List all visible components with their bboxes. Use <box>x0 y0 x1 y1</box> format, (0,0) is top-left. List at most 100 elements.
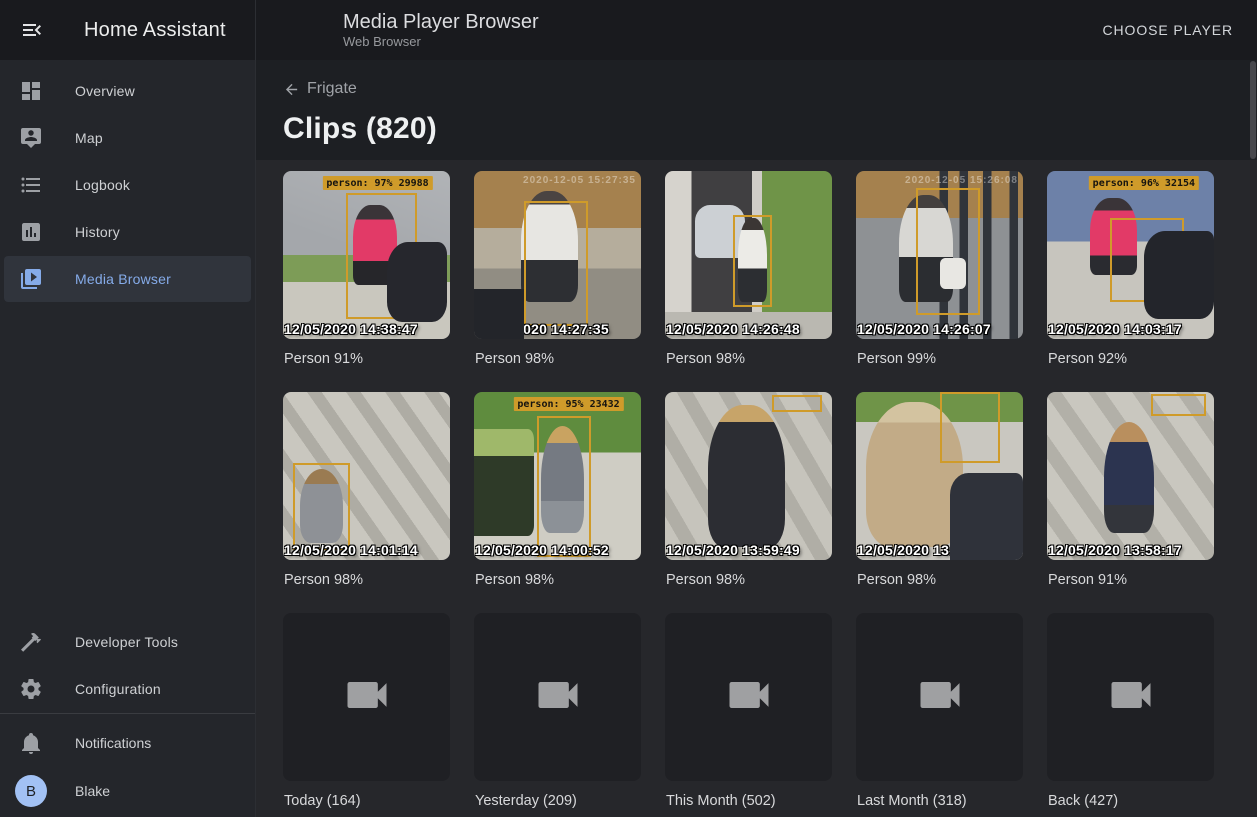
clip-caption: Person 91% <box>284 351 450 371</box>
folder-thumbnail <box>1047 613 1214 781</box>
choose-player-button[interactable]: CHOOSE PLAYER <box>1093 14 1243 46</box>
clip-timestamp: 12/05/2020 13:59:49 <box>666 542 800 558</box>
clip-thumbnail: person: 96% 3215412/05/2020 14:03:17 <box>1047 171 1214 339</box>
folder-tile-last-month-318[interactable]: Last Month (318) <box>856 613 1023 817</box>
detection-bbox <box>1151 394 1206 416</box>
folder-tile-back-427[interactable]: Back (427) <box>1047 613 1214 817</box>
app-bar-titles: Media Player Browser Web Browser <box>343 11 539 50</box>
sidebar-toggle-button[interactable] <box>20 18 44 42</box>
detection-label: person: 95% 23432 <box>513 397 623 411</box>
clip-timestamp: 12/05/2020 14:27:35 <box>475 321 609 337</box>
clip-timestamp: 12/05/2020 14:38:47 <box>284 321 418 337</box>
folder-caption: Today (164) <box>284 793 450 813</box>
clip-thumbnail: 12/05/2020 13:58:17 <box>1047 392 1214 560</box>
clip-timestamp: 12/05/2020 14:00:52 <box>475 542 609 558</box>
folder-thumbnail <box>283 613 450 781</box>
clip-caption: Person 99% <box>857 351 1023 371</box>
clip-thumbnail: 12/05/2020 13:59:49 <box>665 392 832 560</box>
folder-thumbnail <box>474 613 641 781</box>
sidebar-item-label: Developer Tools <box>75 634 178 650</box>
history-chart-icon <box>19 220 43 244</box>
sidebar-item-label: Overview <box>75 83 135 99</box>
media-clip-tile[interactable]: 2020-12-05 15:26:0812/05/2020 14:26:07 Pe… <box>856 171 1023 392</box>
detection-bbox <box>293 463 350 550</box>
bell-icon <box>19 731 43 755</box>
media-clip-tile[interactable]: 12/05/2020 13:58:17 Person 91% <box>1047 392 1214 613</box>
sidebar-item-label: Media Browser <box>75 271 171 287</box>
page-title: Clips (820) <box>283 112 1257 146</box>
media-clip-tile[interactable]: person: 95% 23432 12/05/2020 14:00:52 Pers… <box>474 392 641 613</box>
camera-osd-timestamp: 2020-12-05 15:27:35 <box>523 175 636 186</box>
map-icon <box>19 126 43 150</box>
notifications-item[interactable]: Notifications <box>4 719 251 767</box>
folder-thumbnail <box>856 613 1023 781</box>
detection-bbox <box>733 215 771 307</box>
sidebar-item-label: History <box>75 224 120 240</box>
sidebar-item-developer-tools[interactable]: Developer Tools <box>4 619 251 665</box>
page-app-title: Media Player Browser <box>343 11 539 34</box>
scrollbar-thumb[interactable] <box>1250 61 1256 159</box>
sidebar-item-overview[interactable]: Overview <box>4 68 251 114</box>
media-clip-tile[interactable]: person: 96% 3215412/05/2020 14:03:17 Pers… <box>1047 171 1214 392</box>
detection-bbox <box>346 193 416 319</box>
user-name: Blake <box>75 783 110 799</box>
sidebar-footer: Notifications B Blake <box>0 713 255 817</box>
detection-bbox <box>1110 218 1183 302</box>
video-camera-icon <box>341 669 393 726</box>
clip-timestamp: 12/05/2020 14:03:17 <box>1048 321 1182 337</box>
clip-caption: Person 92% <box>1048 351 1214 371</box>
clip-caption: Person 98% <box>666 572 832 592</box>
media-clip-tile[interactable]: 12/05/2020 14:26:48Person 98% <box>665 171 832 392</box>
sidebar-item-map[interactable]: Map <box>4 115 251 161</box>
clip-caption: Person 98% <box>284 572 450 592</box>
media-browser-content: Frigate Clips (820) person: 97% 2998812/… <box>256 60 1257 817</box>
media-clip-tile[interactable]: person: 97% 2998812/05/2020 14:38:47Pers… <box>283 171 450 392</box>
video-camera-icon <box>914 669 966 726</box>
clip-thumbnail: 2020-12-05 15:26:0812/05/2020 14:26:07 <box>856 171 1023 339</box>
folder-caption: This Month (502) <box>666 793 832 813</box>
notifications-label: Notifications <box>75 735 151 751</box>
clip-timestamp: 12/05/2020 14:26:48 <box>666 321 800 337</box>
sidebar-item-label: Map <box>75 130 103 146</box>
clip-thumbnail: person: 95% 23432 12/05/2020 14:00:52 <box>474 392 641 560</box>
sidebar-nav-bottom: Developer Tools Configuration <box>0 618 255 713</box>
media-clip-tile[interactable]: 12/05/2020 13:58:30 Person 98% <box>856 392 1023 613</box>
folder-caption: Last Month (318) <box>857 793 1023 813</box>
sidebar-item-logbook[interactable]: Logbook <box>4 162 251 208</box>
app-bar: Media Player Browser Web Browser CHOOSE … <box>256 0 1257 60</box>
clip-caption: Person 98% <box>475 572 641 592</box>
media-browser-icon <box>19 267 43 291</box>
dashboard-icon <box>19 79 43 103</box>
app-title: Home Assistant <box>84 19 226 42</box>
app-window: Home Assistant Overview Map Logbook History… <box>0 0 1257 817</box>
clip-thumbnail: 2020-12-05 15:27:35 12/05/2020 14:27:35 <box>474 171 641 339</box>
folder-tile-yesterday-209[interactable]: Yesterday (209) <box>474 613 641 817</box>
menu-open-icon <box>20 30 44 45</box>
clip-timestamp: 12/05/2020 13:58:30 <box>857 542 991 558</box>
media-clip-tile[interactable]: 2020-12-05 15:27:3512/05/2020 14:27:35Pe… <box>474 171 641 392</box>
folder-tile-this-month-502[interactable]: This Month (502) <box>665 613 832 817</box>
breadcrumb[interactable]: Frigate <box>283 80 357 98</box>
folder-caption: Back (427) <box>1048 793 1214 813</box>
clip-thumbnail: 12/05/2020 14:26:48 <box>665 171 832 339</box>
clip-thumbnail: 12/05/2020 13:58:30 <box>856 392 1023 560</box>
detection-bbox <box>940 392 1000 463</box>
user-avatar: B <box>15 775 47 807</box>
media-clip-tile[interactable]: 12/05/2020 14:01:14 Person 98% <box>283 392 450 613</box>
sidebar-nav: Overview Map Logbook History Media Browser D… <box>0 60 255 713</box>
sidebar-item-media-browser[interactable]: Media Browser <box>4 256 251 302</box>
sidebar-item-configuration[interactable]: Configuration <box>4 666 251 712</box>
sidebar-header: Home Assistant <box>0 0 255 60</box>
clip-caption: Person 91% <box>1048 572 1214 592</box>
sidebar-item-history[interactable]: History <box>4 209 251 255</box>
folder-tile-today-164[interactable]: Today (164) <box>283 613 450 817</box>
clip-caption: Person 98% <box>857 572 1023 592</box>
user-profile-item[interactable]: B Blake <box>4 767 251 815</box>
breadcrumb-label: Frigate <box>307 80 357 98</box>
detection-bbox <box>524 201 587 325</box>
clip-timestamp: 12/05/2020 14:01:14 <box>284 542 418 558</box>
media-clip-tile[interactable]: 12/05/2020 13:59:49 Person 98% <box>665 392 832 613</box>
clip-thumbnail: 12/05/2020 14:01:14 <box>283 392 450 560</box>
sidebar-item-label: Logbook <box>75 177 130 193</box>
folder-caption: Yesterday (209) <box>475 793 641 813</box>
